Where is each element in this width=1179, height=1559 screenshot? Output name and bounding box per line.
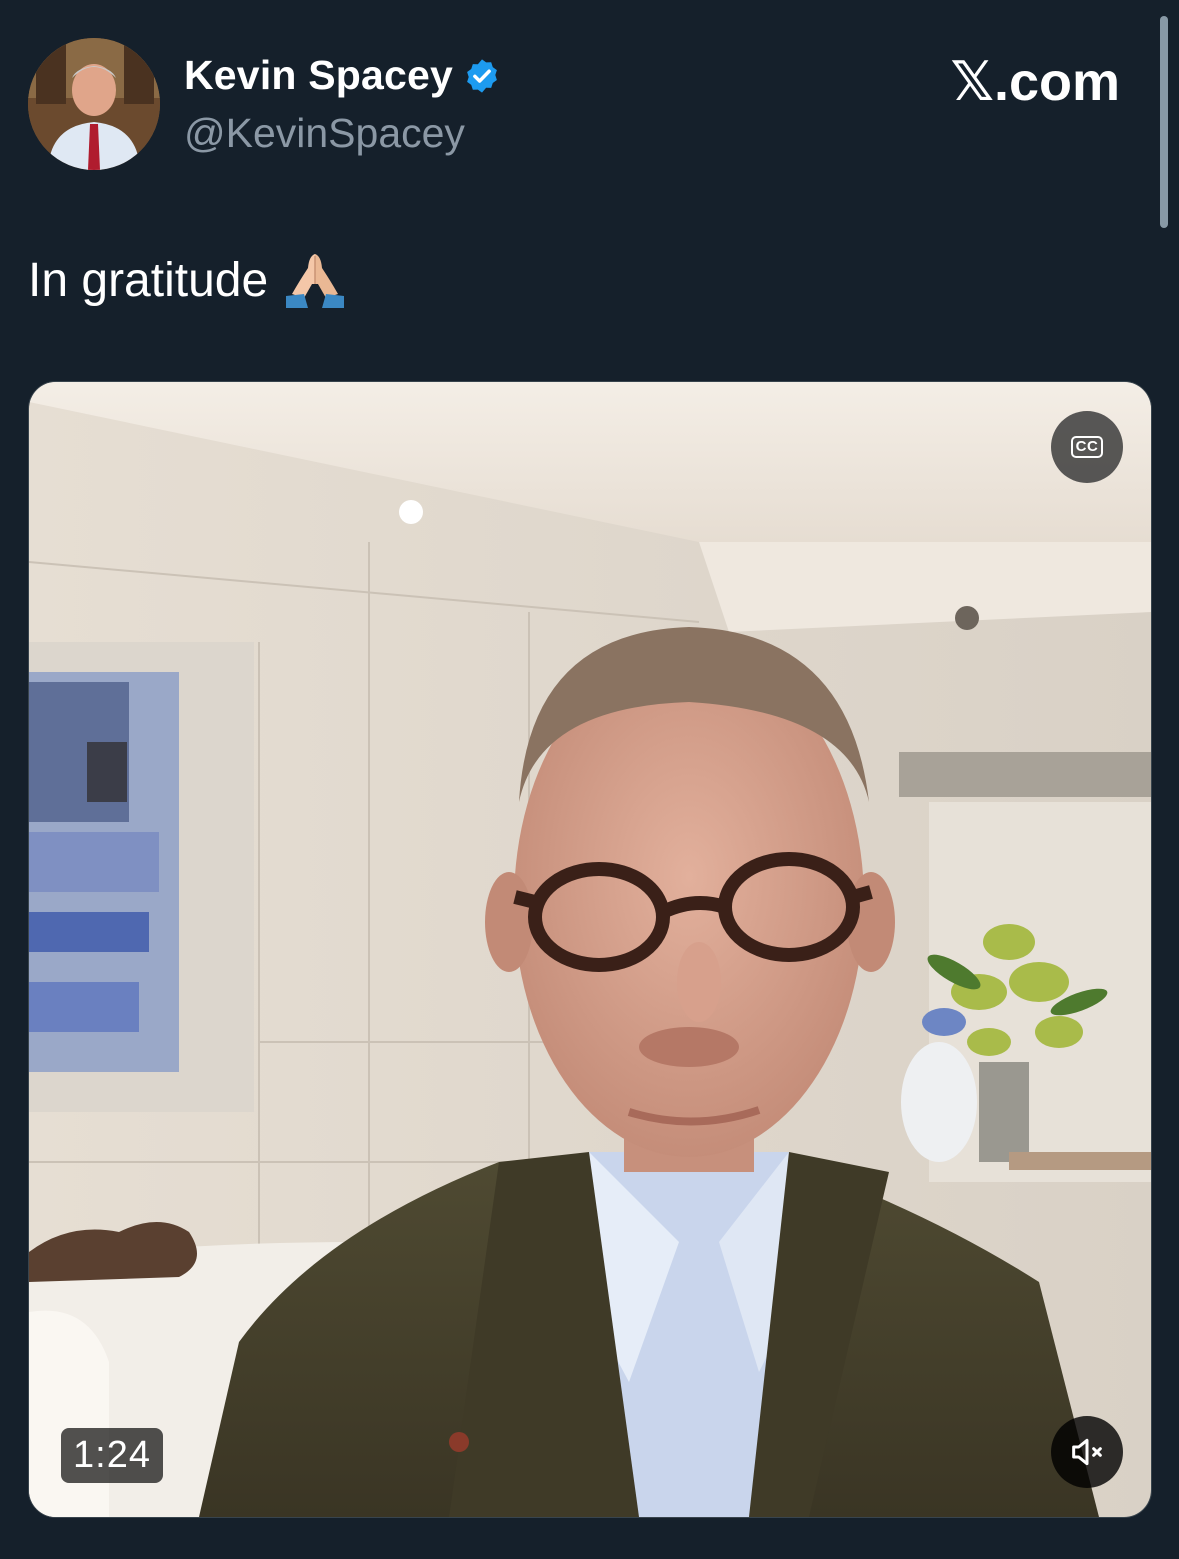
scrollbar[interactable]: [1160, 16, 1168, 228]
mute-button[interactable]: [1051, 1416, 1123, 1488]
video-player[interactable]: CC 1:24: [28, 381, 1152, 1518]
video-frame: [29, 382, 1151, 1517]
x-brand-logo: 𝕏.com: [950, 52, 1120, 112]
name-row: Kevin Spacey: [184, 52, 501, 99]
tweet-text-content: In gratitude: [28, 253, 269, 307]
folded-hands-emoji: [286, 254, 345, 308]
handle[interactable]: @KevinSpacey: [184, 110, 465, 157]
avatar[interactable]: [28, 38, 160, 170]
verified-badge-icon: [467, 58, 497, 93]
cc-icon: CC: [1070, 436, 1104, 458]
display-name[interactable]: Kevin Spacey: [184, 52, 453, 99]
tweet-header: Kevin Spacey @KevinSpacey 𝕏.com: [28, 38, 1138, 173]
speaker-muted-icon: [1072, 1438, 1102, 1466]
tweet-text: In gratitude: [28, 250, 348, 310]
video-duration: 1:24: [61, 1428, 163, 1483]
closed-captions-button[interactable]: CC: [1051, 411, 1123, 483]
